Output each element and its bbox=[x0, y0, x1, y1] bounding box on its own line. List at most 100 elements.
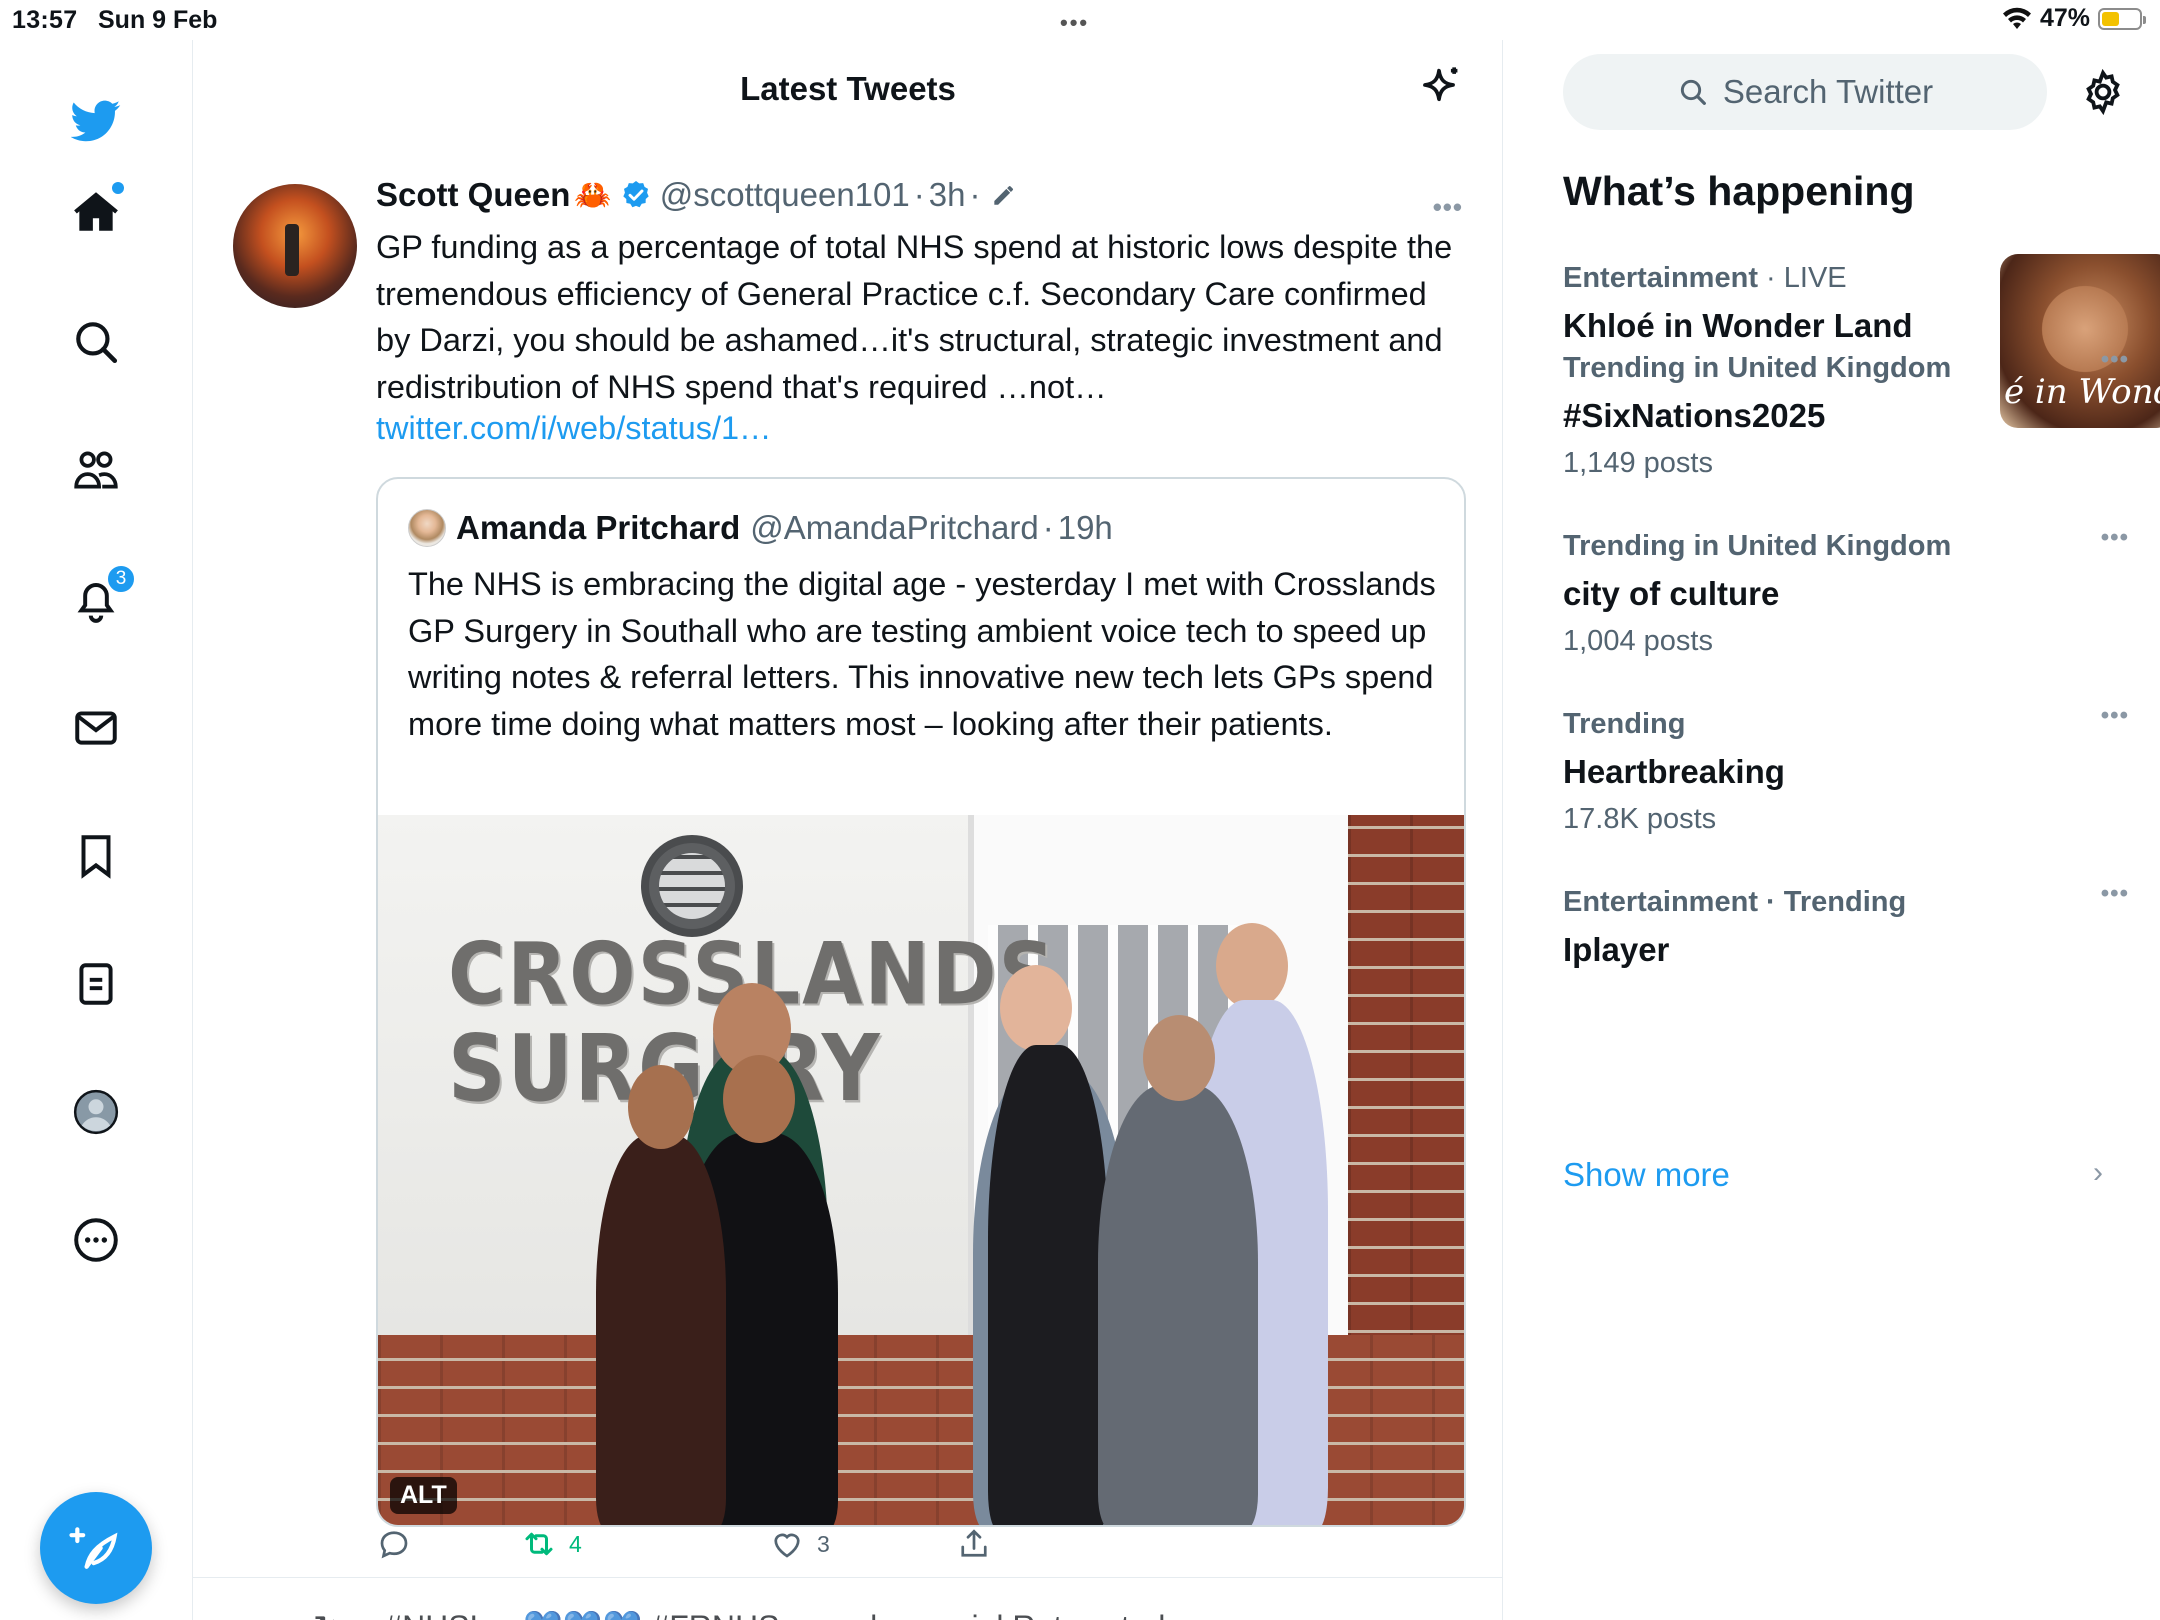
status-time: 13:57 bbox=[12, 6, 78, 34]
tweet-time[interactable]: 3h bbox=[929, 176, 966, 214]
profile-avatar-icon[interactable] bbox=[64, 1080, 128, 1144]
trend-name: Iplayer bbox=[1563, 931, 1670, 968]
status-bar: 13:57 Sun 9 Feb ••• 47% bbox=[0, 0, 2160, 40]
tweet-more-icon[interactable]: ••• bbox=[1433, 192, 1463, 223]
verified-badge-icon bbox=[623, 181, 649, 208]
separator-dot: · bbox=[1042, 509, 1054, 546]
settings-gear-icon[interactable] bbox=[2079, 68, 2127, 116]
quoted-tweet-header: Amanda Pritchard @AmandaPritchard · 19h bbox=[408, 509, 1113, 547]
battery-icon bbox=[2098, 7, 2146, 30]
notifications-bell-icon[interactable]: 3 bbox=[64, 564, 136, 632]
trend-item[interactable]: Entertainment · Trending Iplayer ••• bbox=[1563, 880, 2128, 969]
trend-category: Trending in United Kingdom bbox=[1563, 530, 1952, 562]
retweet-count: 4 bbox=[569, 1530, 582, 1557]
author-handle[interactable]: @scottqueen101 bbox=[660, 176, 910, 214]
photo-person bbox=[596, 1135, 726, 1525]
reply-icon bbox=[380, 1531, 408, 1559]
trend-item[interactable]: Trending Heartbreaking 17.8K posts ••• bbox=[1563, 702, 2128, 836]
communities-icon[interactable] bbox=[64, 438, 128, 502]
reply-button[interactable] bbox=[376, 1526, 424, 1562]
compose-tweet-button[interactable] bbox=[40, 1492, 152, 1604]
left-nav: 3 bbox=[0, 40, 193, 1620]
chevron-right-icon[interactable]: › bbox=[2093, 1156, 2103, 1190]
timeline-column: Latest Tweets Scott Queen 🦀 @scottqueen1… bbox=[193, 40, 1503, 1620]
trend-more-icon[interactable]: ••• bbox=[2101, 880, 2129, 908]
retweet-icon bbox=[525, 1532, 553, 1556]
quoted-author-name[interactable]: Amanda Pritchard bbox=[456, 509, 740, 547]
photo-person-head bbox=[1216, 923, 1288, 1009]
trend-more-icon[interactable]: ••• bbox=[2101, 524, 2129, 552]
trend-name: #SixNations2025 bbox=[1563, 397, 1826, 434]
status-date: Sun 9 Feb bbox=[98, 6, 218, 34]
trend-item[interactable]: Trending in United Kingdom #SixNations20… bbox=[1563, 346, 2128, 480]
tweet-text: GP funding as a percentage of total NHS … bbox=[376, 229, 1453, 405]
trend-name: city of culture bbox=[1563, 575, 1780, 612]
quoted-tweet-text: The NHS is embracing the digital age - y… bbox=[408, 566, 1436, 742]
sparkle-icon[interactable] bbox=[1413, 62, 1465, 114]
quoted-tweet[interactable]: Amanda Pritchard @AmandaPritchard · 19h … bbox=[376, 477, 1466, 1527]
share-button[interactable] bbox=[956, 1526, 992, 1562]
battery-level bbox=[2102, 11, 2119, 26]
author-name[interactable]: Scott Queen bbox=[376, 176, 570, 214]
quoted-author-handle[interactable]: @AmandaPritchard bbox=[750, 509, 1038, 547]
messages-envelope-icon[interactable] bbox=[64, 696, 128, 760]
photo-wall-lamp bbox=[641, 835, 743, 937]
quoted-tweet-time[interactable]: 19h bbox=[1058, 509, 1113, 547]
trend-more-icon[interactable]: ••• bbox=[2101, 346, 2129, 374]
home-icon[interactable] bbox=[64, 180, 128, 244]
home-unread-dot bbox=[112, 182, 124, 194]
photo-person-head bbox=[1143, 1015, 1215, 1101]
whats-happening-title: What’s happening bbox=[1563, 168, 1915, 214]
quoted-author-avatar[interactable] bbox=[408, 509, 446, 547]
battery-percent: 47% bbox=[2039, 4, 2090, 32]
tweet-actions: 4 3 bbox=[376, 1526, 1466, 1574]
like-count: 3 bbox=[817, 1530, 830, 1557]
search-input[interactable]: Search Twitter bbox=[1563, 54, 2047, 130]
tweet-link[interactable]: twitter.com/i/web/status/1… bbox=[376, 410, 772, 447]
heart-icon bbox=[774, 1533, 800, 1558]
tweet[interactable]: Scott Queen 🦀 @scottqueen101 · 3h · ••• … bbox=[193, 140, 1503, 1578]
trend-post-count: 17.8K posts bbox=[1563, 803, 1717, 835]
trend-category: Trending bbox=[1563, 708, 1686, 740]
edited-pencil-icon[interactable] bbox=[990, 182, 1016, 208]
trend-name: Heartbreaking bbox=[1563, 753, 1785, 790]
featured-live-label: LIVE bbox=[1783, 262, 1847, 294]
separator-dot: · bbox=[969, 176, 981, 213]
wifi-icon bbox=[2002, 7, 2031, 29]
featured-trend[interactable]: Entertainment · LIVE Khloé in Wonder Lan… bbox=[1563, 254, 2160, 428]
like-button[interactable]: 3 bbox=[769, 1526, 830, 1562]
page-title: Latest Tweets bbox=[740, 70, 956, 107]
photo-person-head bbox=[628, 1065, 694, 1149]
trend-post-count: 1,004 posts bbox=[1563, 625, 1713, 657]
more-options-icon[interactable] bbox=[64, 1208, 128, 1272]
lists-icon[interactable] bbox=[64, 952, 128, 1016]
tweet-header: Scott Queen 🦀 @scottqueen101 · 3h · bbox=[376, 176, 1016, 214]
notifications-badge: 3 bbox=[106, 564, 136, 594]
trend-more-icon[interactable]: ••• bbox=[2101, 702, 2129, 730]
next-tweet-preview[interactable]: ↻ ... #NHSL... 💙💙💙 #FRNHS ... and ... so… bbox=[313, 1608, 1165, 1620]
show-more-link[interactable]: Show more bbox=[1563, 1156, 1730, 1194]
trend-category: Trending in United Kingdom bbox=[1563, 352, 1952, 384]
author-emoji: 🦀 bbox=[574, 178, 612, 212]
share-icon bbox=[961, 1529, 987, 1557]
author-avatar[interactable] bbox=[233, 184, 357, 308]
trend-item[interactable]: Trending in United Kingdom city of cultu… bbox=[1563, 524, 2128, 658]
trend-post-count: 1,149 posts bbox=[1563, 447, 1713, 479]
photo-person-head bbox=[723, 1055, 795, 1143]
quoted-tweet-photo[interactable]: CROSSLANDS SURGERY ALT bbox=[378, 815, 1464, 1525]
alt-text-badge[interactable]: ALT bbox=[390, 1477, 457, 1514]
right-sidebar: Search Twitter What’s happening Entertai… bbox=[1503, 40, 2160, 1620]
status-indicators: 47% bbox=[2002, 4, 2146, 33]
photo-person bbox=[1098, 1085, 1258, 1525]
bookmarks-icon[interactable] bbox=[64, 824, 128, 888]
photo-person-head bbox=[1000, 965, 1072, 1051]
timeline-header: Latest Tweets bbox=[193, 40, 1503, 140]
search-icon[interactable] bbox=[64, 310, 128, 374]
search-icon bbox=[1680, 79, 1706, 105]
multitasking-dots[interactable]: ••• bbox=[1060, 10, 1089, 36]
twitter-logo-icon[interactable] bbox=[64, 88, 128, 152]
search-placeholder: Search Twitter bbox=[1722, 73, 1934, 110]
retweet-button[interactable]: 4 bbox=[521, 1526, 582, 1562]
separator-dot: · bbox=[1766, 262, 1776, 294]
separator-dot: · bbox=[913, 176, 925, 213]
